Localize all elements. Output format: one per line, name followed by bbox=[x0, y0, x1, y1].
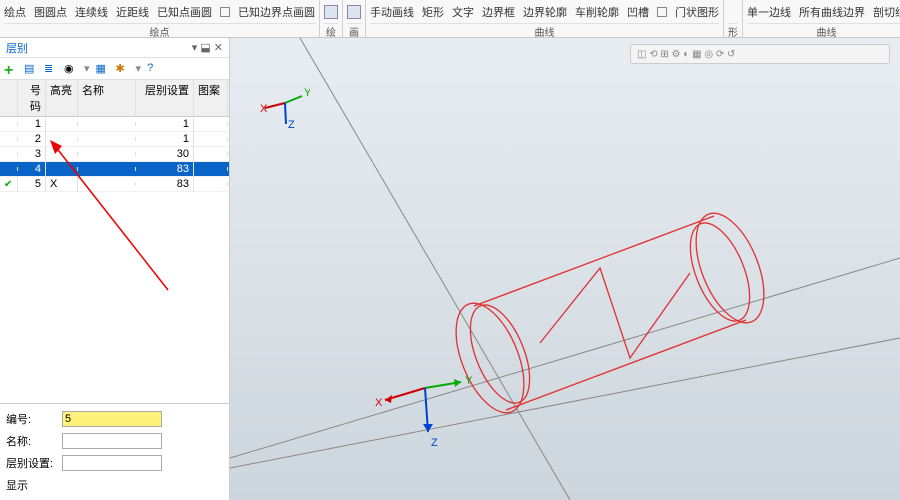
ribbon-item[interactable]: 门状图形 bbox=[675, 4, 719, 20]
svg-text:Z: Z bbox=[431, 437, 438, 449]
number-input[interactable] bbox=[62, 411, 162, 427]
line-icon[interactable] bbox=[324, 5, 338, 19]
ribbon-group-label: 绘线 bbox=[324, 23, 338, 37]
layer-form: 编号: 名称: 层别设置: 显示 bbox=[0, 403, 229, 500]
circle-icon[interactable] bbox=[347, 5, 361, 19]
ribbon-item[interactable]: 边界轮廓 bbox=[523, 4, 567, 20]
ribbon-group-shape: 形状 bbox=[724, 0, 743, 37]
ribbon: 绘点 图圆点 连续线 近距线 已知点画圆 已知边界点画圆 绘点 绘线 画圆 手动… bbox=[0, 0, 900, 38]
svg-text:X: X bbox=[375, 397, 383, 409]
field-label: 编号: bbox=[6, 411, 56, 427]
svg-text:Y: Y bbox=[465, 375, 473, 387]
checkbox-icon[interactable] bbox=[220, 7, 230, 17]
ribbon-item[interactable]: 单一边线 bbox=[747, 4, 791, 20]
settings-input[interactable] bbox=[62, 455, 162, 471]
ribbon-group-label: 形状 bbox=[728, 23, 738, 37]
field-label: 名称: bbox=[6, 433, 56, 449]
ribbon-item[interactable]: 边界框 bbox=[482, 4, 515, 20]
ribbon-item[interactable]: 近距线 bbox=[116, 4, 149, 20]
ribbon-item[interactable]: 绘点 bbox=[4, 4, 26, 20]
wcs-triad: X Y Z bbox=[375, 375, 473, 449]
field-label: 显示 bbox=[6, 477, 56, 493]
ribbon-item[interactable]: 矩形 bbox=[422, 4, 444, 20]
ribbon-group-label: 画圆 bbox=[347, 23, 361, 37]
field-label: 层别设置: bbox=[6, 455, 56, 471]
ribbon-group-label: 曲线 bbox=[370, 23, 719, 37]
ribbon-item[interactable]: 文字 bbox=[452, 4, 474, 20]
ribbon-group-curve: 手动画线 矩形 文字 边界框 边界轮廓 车削轮廓 凹槽 门状图形 曲线 bbox=[366, 0, 724, 37]
viewport[interactable]: ◫ ⟲ ⊞ ⚙ ◐ ▦ ◎ ⟳ ↺ X Y Z bbox=[230, 38, 900, 500]
ribbon-group-circle: 画圆 bbox=[343, 0, 366, 37]
ribbon-item[interactable]: 已知点画圆 bbox=[157, 4, 212, 20]
ribbon-item[interactable]: 已知边界点画圆 bbox=[238, 4, 315, 20]
svg-text:Y: Y bbox=[304, 87, 310, 99]
ribbon-item[interactable]: 连续线 bbox=[75, 4, 108, 20]
name-input[interactable] bbox=[62, 433, 162, 449]
ribbon-item[interactable]: 车削轮廓 bbox=[575, 4, 619, 20]
ribbon-group-label: 曲线 bbox=[747, 23, 900, 37]
checkbox-icon[interactable] bbox=[657, 7, 667, 17]
svg-text:X: X bbox=[260, 103, 268, 115]
main-area: 层别 ▾ ⬓ ✕ + ▤ ≣ ◉ ▾ ▦ ✱ ▾ ? 号码 高亮 名称 层别设置… bbox=[0, 38, 900, 500]
ribbon-item[interactable]: 凹槽 bbox=[627, 4, 649, 20]
ribbon-item[interactable]: 所有曲线边界 bbox=[799, 4, 865, 20]
ribbon-group-curve2: 单一边线 所有曲线边界 剖切线 曲线 bbox=[743, 0, 900, 37]
ribbon-item[interactable]: 手动画线 bbox=[370, 4, 414, 20]
svg-text:Z: Z bbox=[288, 119, 295, 128]
ribbon-group-label: 绘点 bbox=[4, 23, 315, 37]
scene-svg: X Y Z bbox=[230, 38, 900, 500]
ribbon-group-point: 绘点 图圆点 连续线 近距线 已知点画圆 已知边界点画圆 绘点 bbox=[0, 0, 320, 37]
ribbon-group-line: 绘线 bbox=[320, 0, 343, 37]
ribbon-item[interactable]: 图圆点 bbox=[34, 4, 67, 20]
ribbon-item[interactable]: 剖切线 bbox=[873, 4, 900, 20]
arrow-annotation bbox=[0, 38, 230, 338]
